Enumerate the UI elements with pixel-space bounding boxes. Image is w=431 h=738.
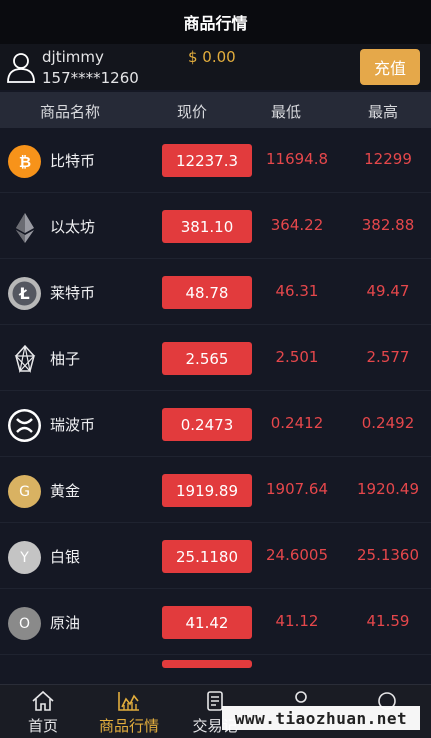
username: djtimmy [42, 48, 104, 66]
low-value: 364.22 [270, 216, 324, 234]
high-value: 12299 [364, 150, 412, 168]
low-value: 11694.8 [265, 150, 329, 168]
oil-icon: O [8, 607, 41, 640]
market-list: ₿ 比特币 12237.3 11694.8 12299 以太坊 381.10 3… [0, 128, 431, 668]
phone-number: 157****1260 [42, 69, 139, 87]
high-value: 49.47 [366, 282, 410, 300]
column-header: 商品名称 现价 最低 最高 [0, 92, 431, 128]
price-badge: 48.78 [162, 276, 252, 309]
market-row[interactable]: G 黄金 1919.89 1907.64 1920.49 [0, 458, 431, 523]
column-price: 现价 [177, 103, 208, 121]
market-name: 以太坊 [50, 218, 96, 236]
market-name: 瑞波币 [50, 416, 96, 434]
market-row[interactable]: 以太坊 381.10 364.22 382.88 [0, 194, 431, 259]
market-row[interactable]: 瑞波币 0.2473 0.2412 0.2492 [0, 392, 431, 457]
column-high: 最高 [368, 103, 399, 121]
recharge-button[interactable]: 充值 [360, 49, 420, 85]
market-row[interactable]: Ł 莱特币 48.78 46.31 49.47 [0, 260, 431, 325]
low-value: 46.31 [275, 282, 319, 300]
high-value: 0.2492 [361, 414, 415, 432]
partial-price-badge [162, 660, 252, 668]
price-badge: 381.10 [162, 210, 252, 243]
price-badge: 25.1180 [162, 540, 252, 573]
gold-icon: G [8, 475, 41, 508]
user-avatar-icon [7, 53, 35, 83]
gold-letter: G [19, 483, 30, 500]
price-badge: 12237.3 [162, 144, 252, 177]
column-name: 商品名称 [40, 103, 101, 121]
home-icon [32, 690, 54, 711]
high-value: 25.1360 [356, 546, 420, 564]
price-badge: 0.2473 [162, 408, 252, 441]
price-badge: 1919.89 [162, 474, 252, 507]
low-value: 1907.64 [265, 480, 329, 498]
chart-icon [118, 692, 139, 711]
market-name: 白银 [50, 548, 81, 566]
high-value: 2.577 [366, 348, 410, 366]
low-value: 2.501 [275, 348, 319, 366]
market-name: 比特币 [50, 152, 96, 170]
bitcoin-icon: ₿ [8, 145, 41, 178]
low-value: 41.12 [275, 612, 319, 630]
high-value: 1920.49 [356, 480, 420, 498]
price-badge: 2.565 [162, 342, 252, 375]
watermark: www.tiaozhuan.net [222, 706, 420, 730]
page-title: 商品行情 [183, 14, 248, 33]
title-bar: 商品行情 [0, 0, 431, 44]
price-badge: 41.42 [162, 606, 252, 639]
tab-market-label: 商品行情 [98, 717, 159, 735]
silver-icon: Y [8, 541, 41, 574]
market-name: 黄金 [50, 482, 81, 500]
tab-home-label: 首页 [27, 717, 58, 735]
oil-letter: O [18, 615, 31, 632]
market-row[interactable]: O 原油 41.42 41.12 41.59 [0, 590, 431, 655]
tab-market[interactable]: 商品行情 [86, 685, 172, 738]
market-row[interactable]: 柚子 2.565 2.501 2.577 [0, 326, 431, 391]
market-name: 原油 [50, 614, 81, 632]
low-value: 24.6005 [265, 546, 329, 564]
low-value: 0.2412 [270, 414, 324, 432]
eos-icon [8, 343, 41, 376]
tab-home[interactable]: 首页 [0, 685, 86, 738]
litecoin-icon: Ł [8, 277, 41, 310]
market-row-partial[interactable] [0, 656, 431, 668]
high-value: 41.59 [366, 612, 410, 630]
high-value: 382.88 [361, 216, 415, 234]
market-name: 柚子 [50, 350, 81, 368]
column-low: 最低 [271, 103, 302, 121]
svg-text:₿: ₿ [18, 153, 30, 171]
market-row[interactable]: ₿ 比特币 12237.3 11694.8 12299 [0, 128, 431, 193]
balance: $ 0.00 [188, 48, 236, 66]
ripple-icon [8, 409, 41, 442]
silver-letter: Y [20, 549, 29, 566]
market-name: 莱特币 [50, 284, 96, 302]
ethereum-icon [8, 211, 41, 244]
market-row[interactable]: Y 白银 25.1180 24.6005 25.1360 [0, 524, 431, 589]
svg-text:Ł: Ł [18, 284, 29, 303]
